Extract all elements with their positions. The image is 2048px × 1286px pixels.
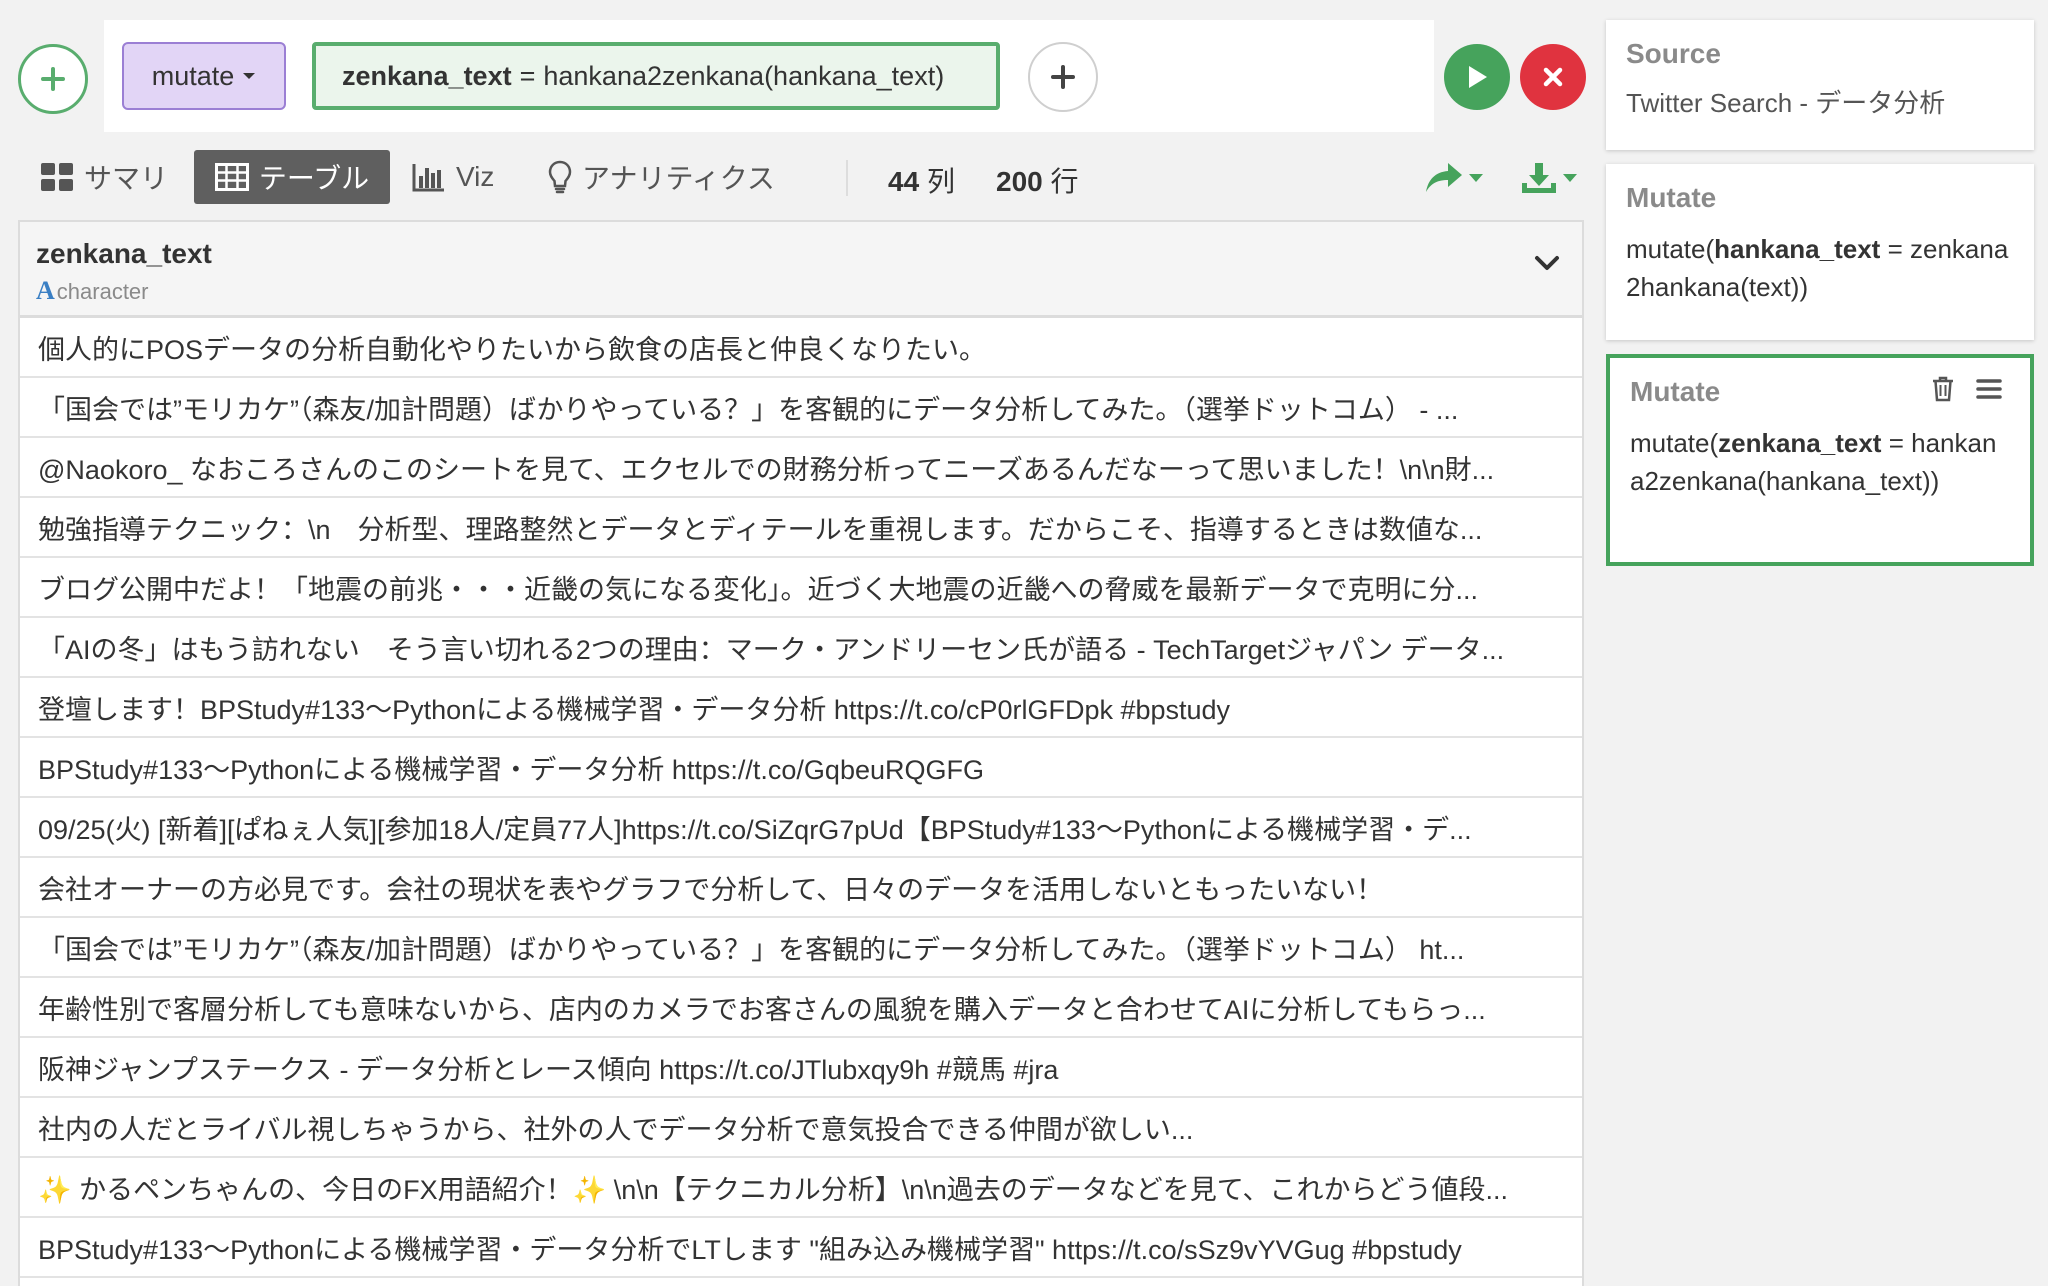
- data-table: zenkana_text A character 個人的にPOSデータの分析自動…: [18, 220, 1584, 1286]
- step-card-mutate-2-selected[interactable]: Mutate mutate(zenkana_text = hankana2zen…: [1606, 354, 2034, 566]
- table-cell: 「国会では”モリカケ”（森友/加計問題）ばかりやっている？」を客観的にデータ分析…: [38, 394, 1459, 425]
- table-cell: 登壇します！BPStudy#133〜Pythonによる機械学習・データ分析 ht…: [38, 694, 1231, 725]
- command-type-dropdown[interactable]: mutate: [122, 42, 286, 110]
- column-name: zenkana_text: [36, 238, 212, 269]
- table-cell: BPStudy#133〜Pythonによる機械学習・データ分析でLTします "組…: [38, 1234, 1462, 1265]
- trash-icon[interactable]: [1932, 376, 1954, 402]
- table-row[interactable]: 登壇します！BPStudy#133〜Pythonによる機械学習・データ分析 ht…: [20, 678, 1582, 738]
- expression-operator: =: [519, 60, 536, 91]
- step-title: Source: [1626, 38, 1721, 69]
- table-cell: @Naokoro_ なおころさんのこのシートを見て、エクセルでの財務分析ってニー…: [38, 454, 1495, 485]
- table-row[interactable]: 阪神ジャンプステークス - データ分析とレース傾向 https://t.co/J…: [20, 1038, 1582, 1098]
- step-body: mutate(hankana_text = zenkana2hankana(te…: [1626, 230, 2014, 306]
- step-body: Twitter Search - データ分析: [1626, 88, 1946, 118]
- add-step-button[interactable]: [18, 44, 88, 114]
- table-cell: 勉強指導テクニック：\n 分析型、理路整然とデータとディテールを重視します。だか…: [38, 514, 1483, 545]
- share-arrow-icon: [1426, 163, 1462, 192]
- caret-down-icon: [243, 73, 256, 79]
- column-type: A character: [36, 276, 149, 306]
- table-body: 個人的にPOSデータの分析自動化やりたいから飲食の店長と仲良くなりたい。「国会で…: [20, 318, 1582, 1278]
- tab-table-label: テーブル: [258, 163, 370, 194]
- column-type-label: character: [56, 279, 149, 304]
- tab-viz[interactable]: Viz: [400, 150, 506, 204]
- table-icon: [214, 163, 249, 191]
- menu-icon[interactable]: [1976, 378, 2002, 400]
- column-count: 44 列: [888, 160, 955, 200]
- expression-value: hankana2zenkana(hankana_text): [543, 60, 945, 91]
- step-operator: =: [1880, 234, 1910, 264]
- table-cell: 会社オーナーの方必見です。会社の現状を表やグラフで分析して、日々のデータを活用し…: [38, 874, 1384, 905]
- table-cell: 09/25(火) [新着][ぱねぇ人気][参加18人/定員77人]https:/…: [38, 814, 1472, 845]
- table-row[interactable]: 「国会では”モリカケ”（森友/加計問題）ばかりやっている？」を客観的にデータ分析…: [20, 918, 1582, 978]
- expression-column: zenkana_text: [342, 60, 512, 91]
- character-type-icon: A: [36, 276, 55, 305]
- download-button[interactable]: [1520, 158, 1578, 198]
- step-func: mutate(: [1630, 428, 1719, 458]
- table-row[interactable]: ブログ公開中だよ！「地震の前兆・・・近畿の気になる変化」。近づく大地震の近畿への…: [20, 558, 1582, 618]
- plus-icon: [1051, 65, 1075, 89]
- table-row[interactable]: 個人的にPOSデータの分析自動化やりたいから飲食の店長と仲良くなりたい。: [20, 318, 1582, 378]
- table-row[interactable]: BPStudy#133〜Pythonによる機械学習・データ分析 https://…: [20, 738, 1582, 798]
- run-button[interactable]: [1444, 44, 1510, 110]
- table-row[interactable]: 09/25(火) [新着][ぱねぇ人気][参加18人/定員77人]https:/…: [20, 798, 1582, 858]
- column-count-number: 44: [888, 166, 920, 197]
- tab-summary-label: サマリ: [84, 163, 169, 194]
- table-cell: 社内の人だとライバル視しちゃうから、社外の人でデータ分析で意気投合できる仲間が欲…: [38, 1114, 1194, 1145]
- tab-table[interactable]: テーブル: [194, 150, 390, 204]
- tab-analytics-label: アナリティクス: [582, 163, 775, 194]
- table-cell: 阪神ジャンプステークス - データ分析とレース傾向 https://t.co/J…: [38, 1054, 1059, 1085]
- play-icon: [1469, 66, 1487, 88]
- command-expression-input[interactable]: zenkana_text = hankana2zenkana(hankana_t…: [312, 42, 1000, 110]
- step-column: zenkana_text: [1718, 428, 1882, 458]
- column-header[interactable]: zenkana_text A character: [20, 222, 1582, 318]
- plus-icon: [41, 67, 65, 91]
- table-cell: ✨ かるペンちゃんの、今日のFX用語紹介！✨ \n\n【テクニカル分析】\n\n…: [38, 1174, 1508, 1205]
- bar-chart-icon: [412, 164, 444, 192]
- table-row[interactable]: 年齢性別で客層分析しても意味ないから、店内のカメラでお客さんの風貌を購入データと…: [20, 978, 1582, 1038]
- step-actions: [1932, 376, 2002, 402]
- step-body: mutate(zenkana_text = hankana2zenkana(ha…: [1630, 424, 2010, 500]
- table-cell: 年齢性別で客層分析しても意味ないから、店内のカメラでお客さんの風貌を購入データと…: [38, 994, 1486, 1025]
- toolbar-divider: [846, 160, 848, 196]
- row-count-label: 行: [1050, 166, 1079, 197]
- row-count: 200 行: [996, 160, 1079, 200]
- table-row[interactable]: 「AIの冬」はもう訪れない そう言い切れる2つの理由：マーク・アンドリーセン氏が…: [20, 618, 1582, 678]
- table-cell: ブログ公開中だよ！「地震の前兆・・・近畿の気になる変化」。近づく大地震の近畿への…: [38, 574, 1479, 605]
- step-operator: =: [1881, 428, 1912, 458]
- table-cell: 個人的にPOSデータの分析自動化やりたいから飲食の店長と仲良くなりたい。: [38, 334, 987, 365]
- step-column: hankana_text: [1714, 234, 1881, 264]
- cancel-button[interactable]: [1520, 44, 1586, 110]
- view-toolbar: サマリ テーブル Viz アナリティクス 44 列 200 行: [0, 150, 1590, 206]
- table-cell: 「国会では”モリカケ”（森友/加計問題）ばかりやっている？」を客観的にデータ分析…: [38, 934, 1465, 965]
- column-count-label: 列: [926, 166, 955, 197]
- chevron-down-icon[interactable]: [1534, 254, 1560, 272]
- step-title: Mutate: [1626, 182, 1717, 213]
- tab-viz-label: Viz: [456, 161, 495, 192]
- table-row[interactable]: 会社オーナーの方必見です。会社の現状を表やグラフで分析して、日々のデータを活用し…: [20, 858, 1582, 918]
- tab-summary[interactable]: サマリ: [28, 150, 180, 204]
- step-card-source[interactable]: Source Twitter Search - データ分析: [1606, 20, 2034, 150]
- row-count-number: 200: [996, 166, 1043, 197]
- grid-icon: [41, 163, 73, 191]
- add-expression-button[interactable]: [1028, 42, 1098, 112]
- step-card-mutate-1[interactable]: Mutate mutate(hankana_text = zenkana2han…: [1606, 164, 2034, 340]
- table-row[interactable]: 社内の人だとライバル視しちゃうから、社外の人でデータ分析で意気投合できる仲間が欲…: [20, 1098, 1582, 1158]
- table-row[interactable]: BPStudy#133〜Pythonによる機械学習・データ分析でLTします "組…: [20, 1218, 1582, 1278]
- table-row[interactable]: @Naokoro_ なおころさんのこのシートを見て、エクセルでの財務分析ってニー…: [20, 438, 1582, 498]
- caret-down-icon: [1469, 174, 1483, 182]
- close-icon: [1543, 67, 1563, 87]
- table-cell: 「AIの冬」はもう訪れない そう言い切れる2つの理由：マーク・アンドリーセン氏が…: [38, 634, 1505, 665]
- download-icon: [1522, 163, 1556, 193]
- share-button[interactable]: [1424, 158, 1484, 198]
- step-func: mutate(: [1626, 234, 1715, 264]
- table-row[interactable]: 勉強指導テクニック：\n 分析型、理路整然とデータとディテールを重視します。だか…: [20, 498, 1582, 558]
- table-row[interactable]: 「国会では”モリカケ”（森友/加計問題）ばかりやっている？」を客観的にデータ分析…: [20, 378, 1582, 438]
- command-type-label: mutate: [151, 60, 235, 91]
- lightbulb-icon: [548, 160, 572, 194]
- table-row[interactable]: ✨ かるペンちゃんの、今日のFX用語紹介！✨ \n\n【テクニカル分析】\n\n…: [20, 1158, 1582, 1218]
- table-cell: BPStudy#133〜Pythonによる機械学習・データ分析 https://…: [38, 754, 984, 785]
- caret-down-icon: [1563, 174, 1577, 182]
- tab-analytics[interactable]: アナリティクス: [536, 150, 787, 204]
